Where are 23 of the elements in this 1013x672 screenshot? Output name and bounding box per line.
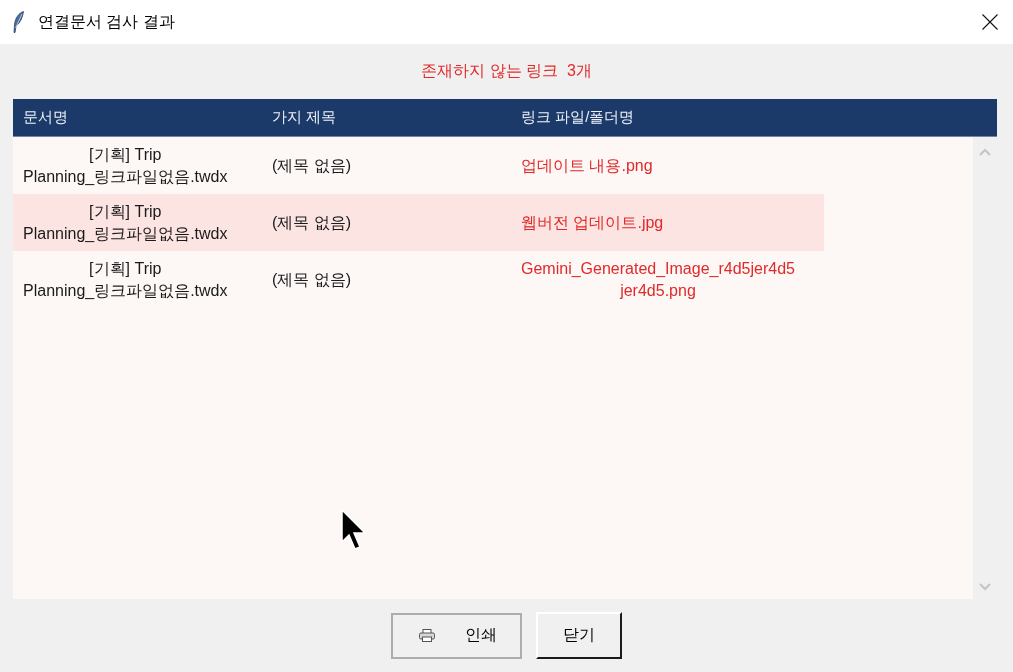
table-cell-text: Gemini_Generated_Image_r4d5jer4d5 jer4d5.png	[521, 258, 795, 301]
table-cell-text: 업데이트 내용.png	[521, 155, 653, 176]
scroll-up-icon[interactable]	[979, 148, 991, 156]
table-cell-text: (제목 없음)	[272, 269, 352, 290]
table-row[interactable]: [기획] Trip Planning_링크파일없음.twdx (제목 없음) 웹버전 업데이트.jpg	[13, 194, 824, 251]
print-button[interactable]: 인쇄	[391, 612, 522, 659]
column-header: 문서명	[23, 108, 68, 127]
table-cell-text: [기획] Trip Planning_링크파일없음.twdx	[23, 258, 228, 301]
table-cell-text: 웹버전 업데이트.jpg	[521, 212, 664, 233]
mouse-pointer-icon	[341, 509, 367, 551]
result-summary: 존재하지 않는 링크 3개	[421, 61, 592, 81]
close-dialog-button[interactable]: 닫기	[536, 612, 622, 659]
table-cell-text: [기획] Trip Planning_링크파일없음.twdx	[23, 201, 228, 244]
close-icon	[982, 14, 998, 30]
feather-icon	[13, 11, 24, 33]
table-cell-text: (제목 없음)	[272, 155, 352, 176]
scroll-down-icon[interactable]	[979, 583, 991, 591]
window-title: 연결문서 검사 결과	[38, 11, 175, 32]
printer-icon	[418, 629, 435, 642]
table-cell-text: (제목 없음)	[272, 212, 352, 233]
table-cell-text: [기획] Trip Planning_링크파일없음.twdx	[23, 144, 228, 187]
column-header: 가지 제목	[272, 108, 337, 127]
column-header: 링크 파일/폴더명	[521, 108, 635, 127]
